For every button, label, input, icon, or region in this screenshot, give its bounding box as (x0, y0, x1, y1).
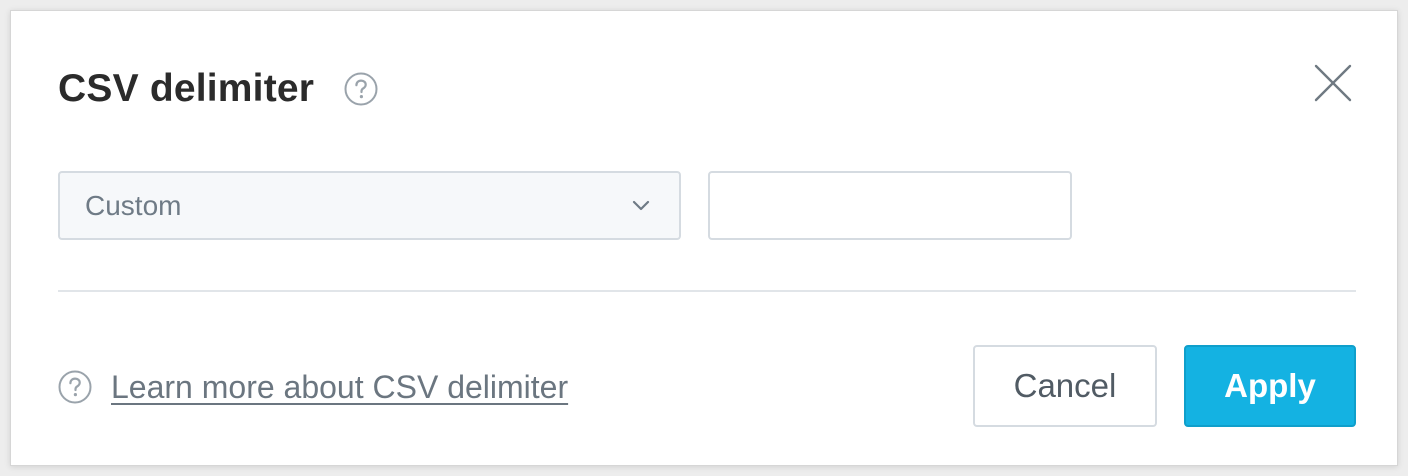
csv-delimiter-dialog: CSV delimiter Custom Learn more about CS… (10, 10, 1398, 466)
delimiter-select-value: Custom (85, 190, 182, 221)
delimiter-controls: Custom (58, 171, 1072, 240)
delimiter-select[interactable]: Custom (58, 171, 681, 240)
cancel-button[interactable]: Cancel (973, 345, 1157, 427)
dialog-title: CSV delimiter (58, 67, 315, 110)
close-button[interactable] (1312, 62, 1354, 104)
custom-delimiter-input[interactable] (708, 171, 1072, 240)
chevron-down-icon (632, 200, 650, 211)
question-circle-icon[interactable] (344, 72, 378, 106)
question-circle-icon (58, 370, 92, 404)
learn-more-link[interactable]: Learn more about CSV delimiter (111, 369, 568, 406)
learn-more-row: Learn more about CSV delimiter (58, 365, 568, 409)
dialog-header: CSV delimiter (58, 61, 378, 117)
divider (58, 290, 1356, 292)
close-icon (1314, 64, 1352, 102)
apply-button[interactable]: Apply (1184, 345, 1356, 427)
